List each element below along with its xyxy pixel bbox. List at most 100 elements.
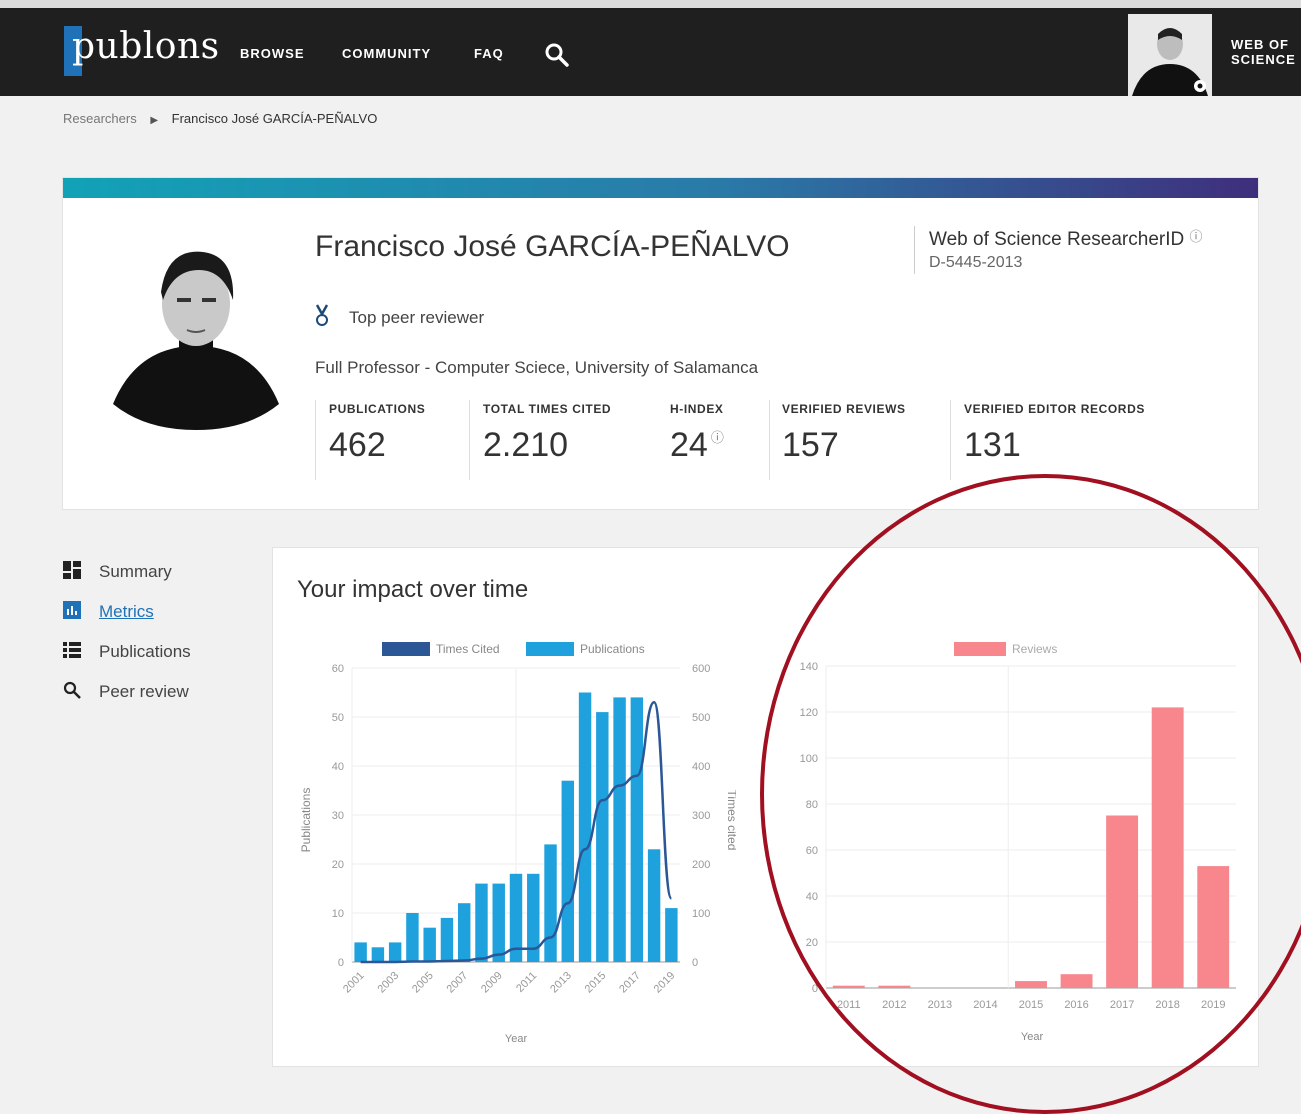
panel-title: Your impact over time <box>297 576 529 603</box>
publications-bar <box>613 697 626 962</box>
profile-card: Francisco José GARCÍA-PEÑALVO Web of Sci… <box>62 177 1259 510</box>
web-of-science-link[interactable]: WEB OF SCIENCE <box>1231 37 1296 67</box>
y-tick-label: 40 <box>332 761 344 773</box>
legend-reviews[interactable]: Reviews <box>1012 642 1057 656</box>
y-tick-label: 0 <box>338 957 344 969</box>
reviews-bar <box>878 985 911 988</box>
list-icon <box>63 642 81 658</box>
nav-browse[interactable]: BROWSE <box>240 46 305 61</box>
y-tick-label: 80 <box>806 799 818 811</box>
x-tick-label: 2013 <box>548 970 574 996</box>
x-tick-label: 2007 <box>445 970 471 996</box>
publications-citations-chart: Times Cited Publications Publications Ti… <box>299 642 736 1045</box>
x-tick-label: 2019 <box>1201 999 1225 1011</box>
stat-value: 157 <box>782 426 839 464</box>
sidebar-label: Peer review <box>99 682 189 701</box>
legend-swatch-publications[interactable] <box>526 642 574 656</box>
reviews-bar <box>1197 866 1230 988</box>
sidebar-item-metrics[interactable]: Metrics <box>63 601 154 622</box>
x-tick-label: 2003 <box>375 970 401 996</box>
publications-bar <box>647 849 661 962</box>
breadcrumb-researchers[interactable]: Researchers <box>63 111 137 126</box>
nav-faq[interactable]: FAQ <box>474 46 504 61</box>
nav-community[interactable]: COMMUNITY <box>342 46 431 61</box>
stat-editor-records[interactable]: VERIFIED EDITOR RECORDS 131 <box>964 402 1145 465</box>
stat-divider <box>469 400 470 480</box>
x-tick-label: 2016 <box>1064 999 1088 1011</box>
x-tick-label: 2018 <box>1155 999 1179 1011</box>
legend-swatch-times-cited[interactable] <box>382 642 430 656</box>
x-tick-label: 2012 <box>882 999 906 1011</box>
x-tick-label: 2019 <box>652 970 678 996</box>
stat-publications[interactable]: PUBLICATIONS 462 <box>329 402 425 465</box>
y-tick-label: 20 <box>806 937 818 949</box>
y-tick-label: 60 <box>332 663 344 675</box>
reviews-bar <box>1106 815 1139 988</box>
legend-swatch-reviews[interactable] <box>954 642 1006 656</box>
y-tick-label: 50 <box>332 712 344 724</box>
sidebar-item-publications[interactable]: Publications <box>63 641 191 662</box>
stat-value: 462 <box>329 426 386 464</box>
stat-times-cited[interactable]: TOTAL TIMES CITED 2.210 <box>483 402 611 465</box>
reviews-bar <box>1060 974 1093 988</box>
top-reviewer-badge: Top peer reviewer <box>349 308 485 327</box>
breadcrumb-arrow-icon: ▶ <box>150 115 159 126</box>
x-axis-label: Year <box>505 1033 528 1045</box>
y2-tick-label: 300 <box>692 810 710 822</box>
researcherid-title-text: Web of Science ResearcherID <box>929 229 1185 250</box>
stat-h-index[interactable]: H-INDEX 24 ⓘ <box>670 402 724 465</box>
researcherid-title: Web of Science ResearcherID ⓘ <box>929 226 1203 251</box>
sidebar-item-summary[interactable]: Summary <box>63 561 172 582</box>
y2-tick-label: 0 <box>692 957 698 969</box>
x-tick-label: 2014 <box>973 999 997 1011</box>
x-tick-label: 2005 <box>410 970 436 996</box>
y-tick-label: 60 <box>806 845 818 857</box>
x-tick-label: 2011 <box>514 970 539 995</box>
y-tick-label: 100 <box>800 753 818 765</box>
search-icon <box>63 681 81 699</box>
stat-label: H-INDEX <box>670 402 724 416</box>
help-icon[interactable]: ⓘ <box>1190 229 1203 244</box>
user-avatar[interactable] <box>1128 14 1212 96</box>
search-icon[interactable] <box>544 42 570 68</box>
x-tick-label: 2017 <box>1110 999 1134 1011</box>
publications-bar <box>665 908 678 962</box>
publications-bar <box>440 917 454 962</box>
stat-divider <box>315 400 316 480</box>
reviews-chart: Reviews Year 0 20 40 60 80 100 120 140 2011 2012 2… <box>800 642 1236 1043</box>
sidebar-label: Summary <box>99 562 172 581</box>
y2-tick-label: 200 <box>692 859 710 871</box>
publications-bar <box>371 947 385 962</box>
legend-publications[interactable]: Publications <box>580 642 645 656</box>
y-axis-label: Publications <box>299 788 313 853</box>
researcherid-value: D-5445-2013 <box>929 254 1023 271</box>
summary-icon <box>63 561 81 579</box>
profile-photo <box>113 251 279 430</box>
y2-axis-label: Times cited <box>725 790 736 851</box>
sidebar-item-peer-review[interactable]: Peer review <box>63 681 189 702</box>
reviews-bar <box>1151 707 1184 988</box>
x-tick-label: 2015 <box>583 970 609 996</box>
publications-bar <box>423 927 436 962</box>
x-axis-label: Year <box>1021 1031 1044 1043</box>
help-icon[interactable]: ⓘ <box>711 430 724 445</box>
x-tick-label: 2015 <box>1019 999 1043 1011</box>
affiliation: Full Professor - Computer Sciece, Univer… <box>315 358 759 377</box>
card-header-band <box>63 178 1258 198</box>
breadcrumb-current: Francisco José GARCÍA-PEÑALVO <box>171 111 378 126</box>
publications-bar <box>492 883 505 962</box>
stat-value: 131 <box>964 426 1021 464</box>
stat-verified-reviews[interactable]: VERIFIED REVIEWS 157 <box>782 402 906 465</box>
y-tick-label: 0 <box>812 983 818 995</box>
wos-line1: WEB OF <box>1231 37 1289 52</box>
y2-tick-label: 600 <box>692 663 710 675</box>
y-tick-label: 120 <box>800 707 818 719</box>
x-tick-label: 2013 <box>928 999 952 1011</box>
logo-text: publons <box>72 26 220 67</box>
publications-bar <box>578 692 592 962</box>
legend-times-cited[interactable]: Times Cited <box>436 642 500 656</box>
publons-logo[interactable]: publons <box>64 26 219 88</box>
stat-label: PUBLICATIONS <box>329 402 426 416</box>
y2-tick-label: 100 <box>692 908 710 920</box>
x-tick-label: 2009 <box>479 970 505 996</box>
